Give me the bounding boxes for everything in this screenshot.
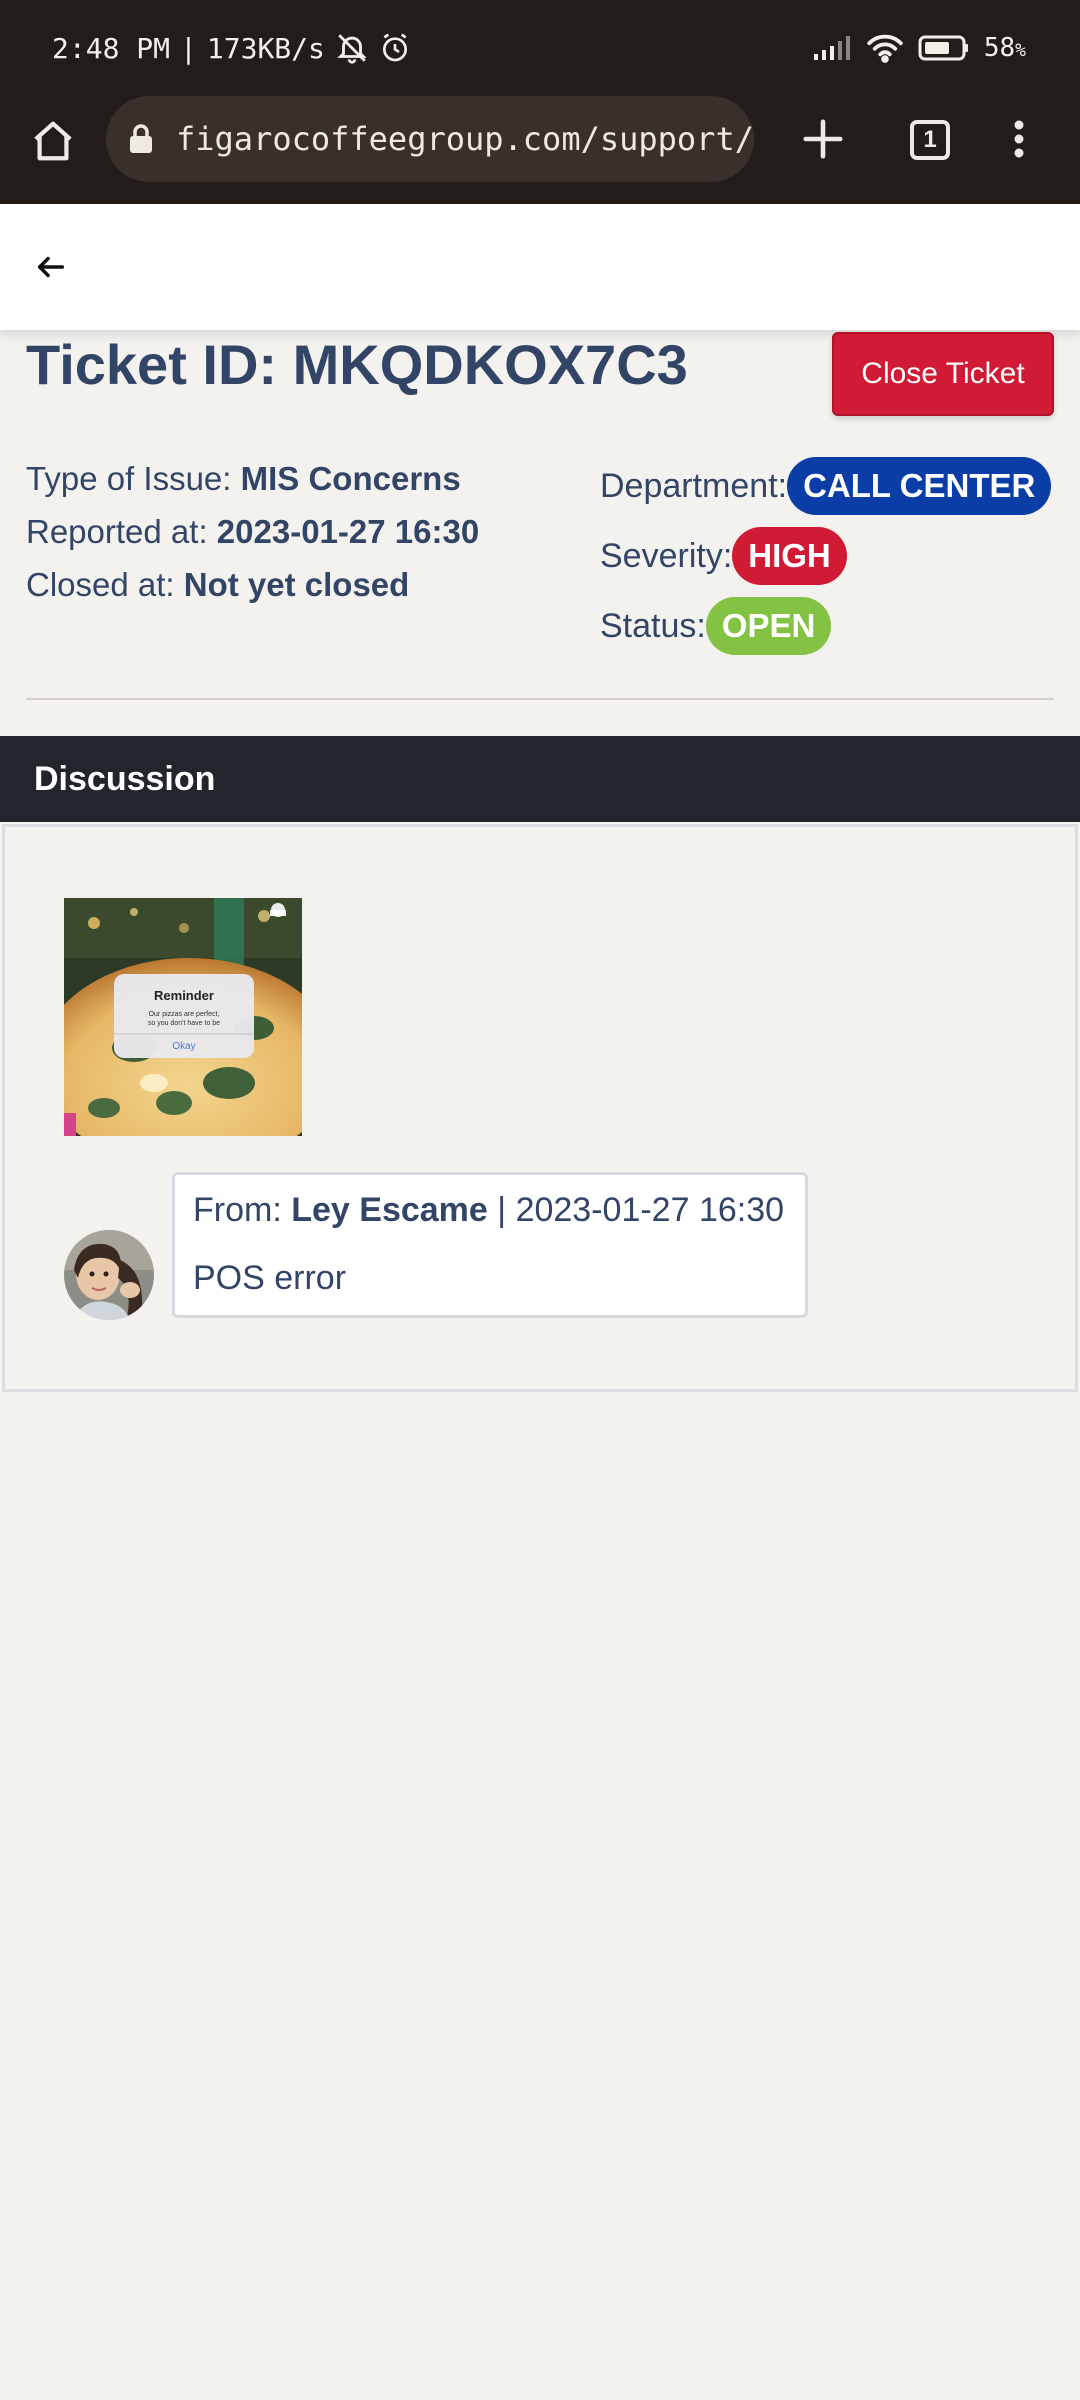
status-time: 2:48 PM [52, 31, 171, 65]
ticket-info-right: Department: CALL CENTER Severity: HIGH S… [600, 456, 1052, 666]
signal-icon [812, 34, 852, 62]
severity-badge: HIGH [732, 527, 847, 585]
reported-at-label: Reported at: [26, 513, 208, 550]
reported-at-row: Reported at: 2023-01-27 16:30 [26, 505, 479, 558]
browser-toolbar: figarocoffeegroup.com/support/ 1 [0, 96, 1080, 204]
mute-bell-icon [335, 31, 369, 65]
message-timestamp: 2023-01-27 16:30 [515, 1191, 785, 1229]
new-tab-icon[interactable] [800, 116, 846, 162]
severity-row: Severity: HIGH [600, 526, 1051, 586]
attachment-thumbnail[interactable]: Reminder Our pizzas are perfect, so you … [64, 898, 302, 1136]
section-divider [26, 698, 1054, 700]
department-row: Department: CALL CENTER [600, 456, 1052, 516]
app-header [0, 204, 1080, 330]
message-text: POS error [193, 1259, 347, 1297]
message-bubble: From: Ley Escame | 2023-01-27 16:30 POS … [172, 1172, 808, 1318]
issue-type-label: Type of Issue: [26, 460, 232, 497]
dialog-text-line2: so you don't have to be [148, 1020, 220, 1027]
closed-at-row: Closed at: Not yet closed [26, 558, 479, 611]
discussion-header: Discussion [0, 736, 1080, 822]
more-menu-icon[interactable] [1004, 116, 1034, 162]
ticket-id-value: MKQDKOX7C3 [292, 333, 688, 396]
address-bar[interactable]: figarocoffeegroup.com/support/ [106, 96, 754, 182]
closed-at-label: Closed at: [26, 566, 175, 603]
dialog-button: Okay [172, 1041, 195, 1052]
back-arrow-icon[interactable] [34, 250, 68, 284]
url-text: figarocoffeegroup.com/support/ [176, 120, 754, 158]
battery-level: 58% [983, 33, 1026, 63]
lock-icon [128, 124, 154, 154]
ticket-title: Ticket ID: MKQDKOX7C3 [26, 332, 688, 397]
severity-label: Severity: [600, 536, 733, 575]
status-bar: 2:48 PM | 173KB/s 58% [0, 0, 1080, 96]
battery-icon [918, 34, 970, 62]
department-label: Department: [600, 466, 788, 505]
issue-type-value: MIS Concerns [240, 460, 461, 497]
alarm-icon [379, 32, 411, 64]
close-ticket-button[interactable]: Close Ticket [832, 332, 1054, 416]
status-label: Status: [600, 606, 706, 645]
message-author: Ley Escame [291, 1191, 488, 1229]
tab-switcher-button[interactable]: 1 [910, 120, 950, 160]
issue-type-row: Type of Issue: MIS Concerns [26, 452, 479, 505]
department-badge: CALL CENTER [787, 457, 1052, 515]
network-speed: 173KB/s [206, 31, 325, 65]
home-icon[interactable] [30, 118, 76, 164]
from-label: From: [193, 1191, 282, 1229]
ticket-info-left: Type of Issue: MIS Concerns Reported at:… [26, 452, 479, 611]
message-meta: From: Ley Escame | 2023-01-27 16:30 [193, 1189, 787, 1231]
status-badge: OPEN [705, 597, 832, 655]
dialog-text-line1: Our pizzas are perfect, [149, 1011, 220, 1018]
status-row: Status: OPEN [600, 596, 1051, 656]
dialog-title: Reminder [154, 988, 214, 1003]
status-separator: | [180, 31, 197, 65]
closed-at-value: Not yet closed [183, 566, 410, 603]
ticket-id-label: Ticket ID: [26, 333, 278, 396]
avatar[interactable] [64, 1230, 154, 1320]
wifi-icon [866, 33, 904, 63]
reported-at-value: 2023-01-27 16:30 [216, 513, 480, 550]
meta-separator: | [497, 1191, 507, 1229]
